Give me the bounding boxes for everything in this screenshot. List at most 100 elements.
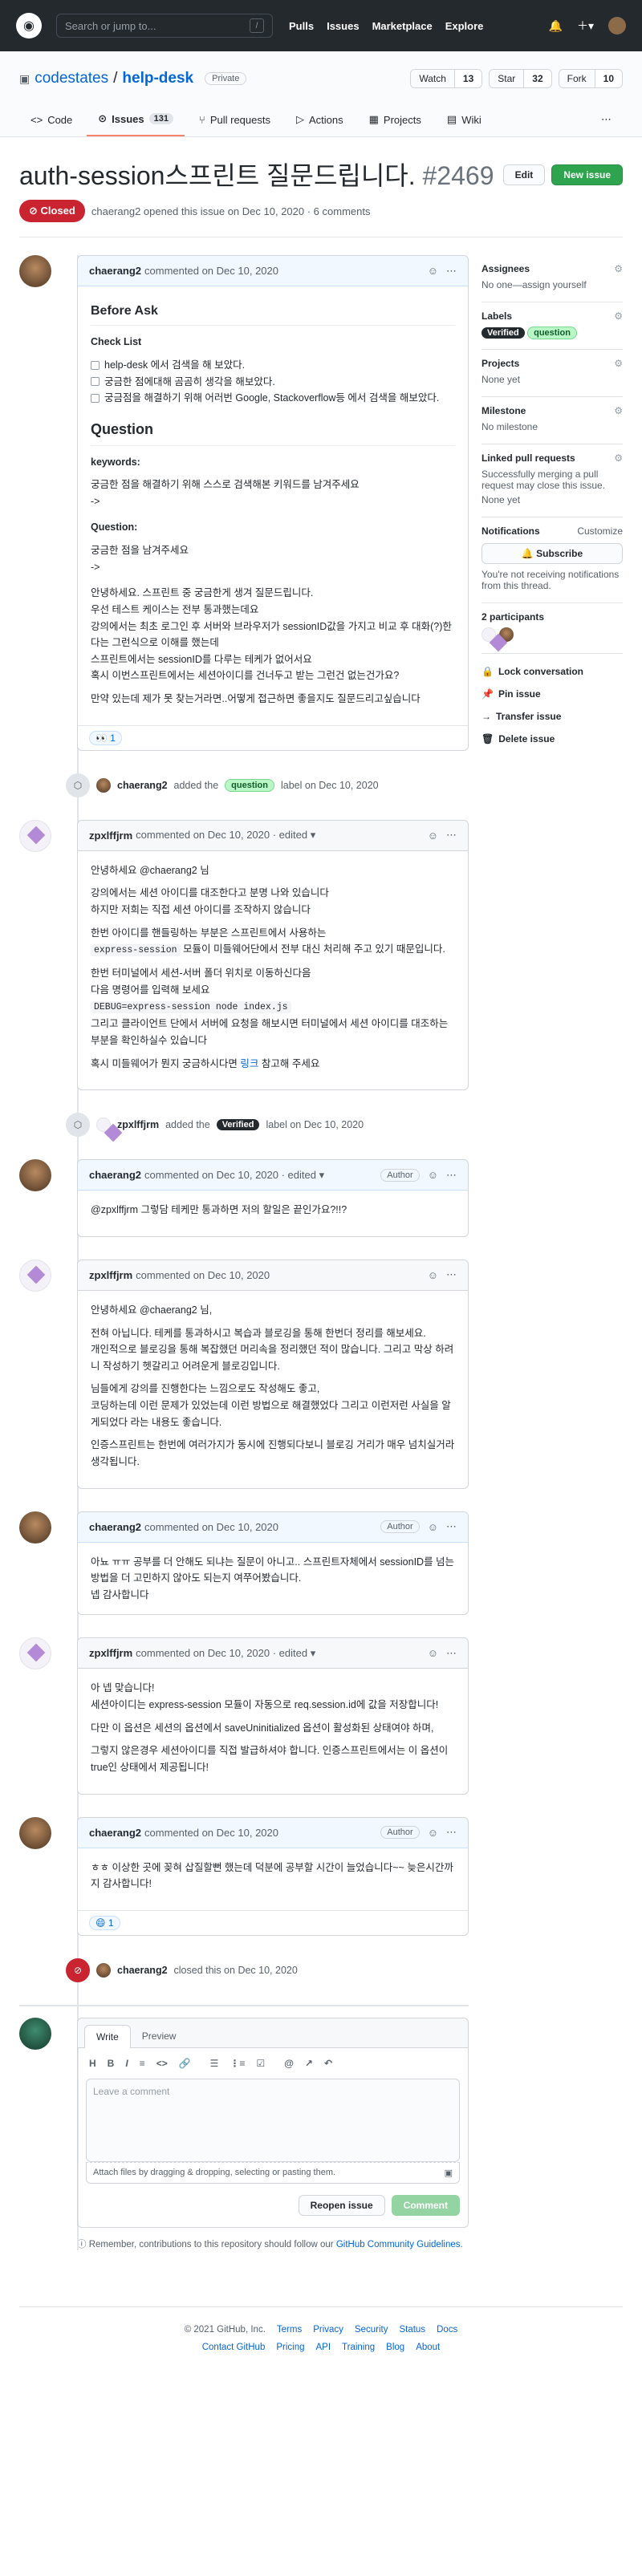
comment-time[interactable]: commented on Dec 10, 2020 · edited ▾ — [144, 1169, 324, 1182]
gear-icon[interactable]: ⚙ — [614, 405, 623, 416]
tab-code[interactable]: <> Code — [19, 106, 83, 136]
checkbox[interactable] — [91, 394, 100, 404]
footer-link[interactable]: Blog — [386, 2343, 404, 2352]
comment-author[interactable]: zpxlffjrm — [89, 1269, 132, 1281]
bold-icon[interactable]: B — [108, 2058, 115, 2069]
comment-author[interactable]: chaerang2 — [89, 1827, 141, 1839]
tab-preview[interactable]: Preview — [131, 2025, 188, 2047]
attach-files-area[interactable]: Attach files by dragging & dropping, sel… — [86, 2161, 460, 2184]
subscribe-button[interactable]: 🔔 Subscribe — [482, 543, 623, 564]
task-list-icon[interactable]: ☑ — [256, 2058, 265, 2069]
assignees-value[interactable]: No one—assign yourself — [482, 279, 623, 290]
avatar[interactable] — [608, 17, 626, 34]
new-issue-button[interactable]: New issue — [551, 164, 623, 185]
customize-link[interactable]: Customize — [577, 525, 623, 537]
footer-link[interactable]: Status — [399, 2325, 425, 2335]
tab-write[interactable]: Write — [84, 2024, 131, 2048]
kebab-menu-icon[interactable]: ⋯ — [446, 1268, 457, 1281]
kebab-menu-icon[interactable]: ⋯ — [446, 1647, 457, 1660]
guidelines-link[interactable]: GitHub Community Guidelines — [336, 2240, 461, 2249]
avatar[interactable] — [96, 1962, 111, 1978]
pin-issue-button[interactable]: 📌 Pin issue — [482, 683, 623, 705]
avatar[interactable] — [19, 1511, 51, 1544]
gear-icon[interactable]: ⚙ — [614, 358, 623, 369]
reaction-button[interactable]: 👀 1 — [89, 730, 122, 745]
event-user[interactable]: chaerang2 — [117, 780, 168, 791]
tab-actions[interactable]: ▷ Actions — [285, 106, 355, 136]
event-user[interactable]: chaerang2 — [117, 1965, 168, 1976]
footer-link[interactable]: Training — [342, 2343, 375, 2352]
avatar[interactable] — [19, 1159, 51, 1192]
tab-wiki[interactable]: ▤ Wiki — [436, 106, 493, 136]
event-user[interactable]: zpxlffjrm — [117, 1119, 159, 1130]
footer-link[interactable]: About — [416, 2343, 440, 2352]
nav-explore[interactable]: Explore — [445, 20, 484, 32]
footer-link[interactable]: Docs — [437, 2325, 457, 2335]
edit-button[interactable]: Edit — [502, 164, 546, 185]
comment-author[interactable]: chaerang2 — [89, 265, 141, 277]
nav-pulls[interactable]: Pulls — [289, 20, 314, 32]
plus-icon[interactable]: ＋▾ — [577, 18, 594, 34]
more-icon[interactable]: ⋯ — [590, 106, 623, 136]
comment-author[interactable]: chaerang2 — [89, 1169, 141, 1181]
tab-pull-requests[interactable]: ⑂ Pull requests — [188, 106, 282, 136]
github-logo-icon[interactable]: ◉ — [16, 13, 42, 39]
avatar[interactable] — [19, 1259, 51, 1292]
lock-conversation-button[interactable]: 🔒 Lock conversation — [482, 660, 623, 683]
gear-icon[interactable]: ⚙ — [614, 263, 623, 274]
comment-time[interactable]: commented on Dec 10, 2020 · edited ▾ — [136, 829, 315, 842]
gear-icon[interactable]: ⚙ — [614, 310, 623, 322]
italic-icon[interactable]: I — [125, 2058, 128, 2069]
checkbox[interactable] — [91, 377, 100, 387]
reopen-issue-button[interactable]: Reopen issue — [298, 2194, 385, 2216]
fork-button[interactable]: Fork 10 — [558, 69, 623, 88]
kebab-menu-icon[interactable]: ⋯ — [446, 1520, 457, 1533]
nav-marketplace[interactable]: Marketplace — [372, 20, 433, 32]
repo-owner-link[interactable]: codestates — [35, 70, 108, 87]
comment-author[interactable]: chaerang2 — [89, 1521, 141, 1533]
avatar[interactable] — [19, 819, 51, 852]
comment-button[interactable]: Comment — [391, 2194, 460, 2216]
bell-icon[interactable]: 🔔 — [549, 19, 563, 33]
code-icon[interactable]: <> — [156, 2058, 168, 2069]
tab-issues[interactable]: ⊙ Issues 131 — [87, 106, 185, 136]
kebab-menu-icon[interactable]: ⋯ — [446, 1169, 457, 1182]
comment-author[interactable]: zpxlffjrm — [89, 1647, 132, 1659]
transfer-issue-button[interactable]: → Transfer issue — [482, 705, 623, 728]
label-verified[interactable]: Verified — [216, 1119, 260, 1131]
reference-icon[interactable]: ↗ — [305, 2058, 313, 2069]
comment-textarea[interactable]: Leave a comment — [86, 2078, 460, 2162]
footer-link[interactable]: Terms — [277, 2325, 302, 2335]
nav-issues[interactable]: Issues — [327, 20, 359, 32]
smiley-icon[interactable]: ☺ — [428, 1827, 438, 1839]
kebab-menu-icon[interactable]: ⋯ — [446, 829, 457, 842]
smiley-icon[interactable]: ☺ — [428, 830, 438, 842]
smiley-icon[interactable]: ☺ — [428, 1521, 438, 1533]
gear-icon[interactable]: ⚙ — [614, 452, 623, 464]
link[interactable]: 링크 — [240, 1058, 258, 1069]
comment-time[interactable]: commented on Dec 10, 2020 · edited ▾ — [136, 1647, 315, 1660]
repo-name-link[interactable]: help-desk — [122, 70, 193, 87]
numbered-list-icon[interactable]: ⋮≡ — [230, 2058, 245, 2069]
avatar[interactable] — [19, 1816, 51, 1849]
smiley-icon[interactable]: ☺ — [428, 1269, 438, 1281]
delete-issue-button[interactable]: 🗑 Delete issue — [482, 728, 623, 750]
smiley-icon[interactable]: ☺ — [428, 1169, 438, 1181]
smiley-icon[interactable]: ☺ — [428, 1647, 438, 1659]
avatar[interactable] — [19, 255, 51, 287]
reply-icon[interactable]: ↶ — [324, 2058, 332, 2069]
footer-link[interactable]: Contact GitHub — [202, 2343, 266, 2352]
search-input[interactable]: Search or jump to... / — [56, 14, 273, 38]
kebab-menu-icon[interactable]: ⋯ — [446, 1826, 457, 1839]
smiley-icon[interactable]: ☺ — [428, 265, 438, 277]
footer-link[interactable]: Privacy — [313, 2325, 343, 2335]
bullet-list-icon[interactable]: ☰ — [210, 2058, 219, 2069]
reaction-button[interactable]: 😄 1 — [89, 1915, 120, 1930]
heading-icon[interactable]: H — [89, 2058, 96, 2069]
footer-link[interactable]: Pricing — [276, 2343, 304, 2352]
label-question[interactable]: question — [527, 327, 577, 339]
footer-link[interactable]: Security — [355, 2325, 388, 2335]
star-button[interactable]: Star 32 — [489, 69, 552, 88]
comment-author[interactable]: zpxlffjrm — [89, 830, 132, 842]
mention-icon[interactable]: @ — [284, 2058, 294, 2069]
